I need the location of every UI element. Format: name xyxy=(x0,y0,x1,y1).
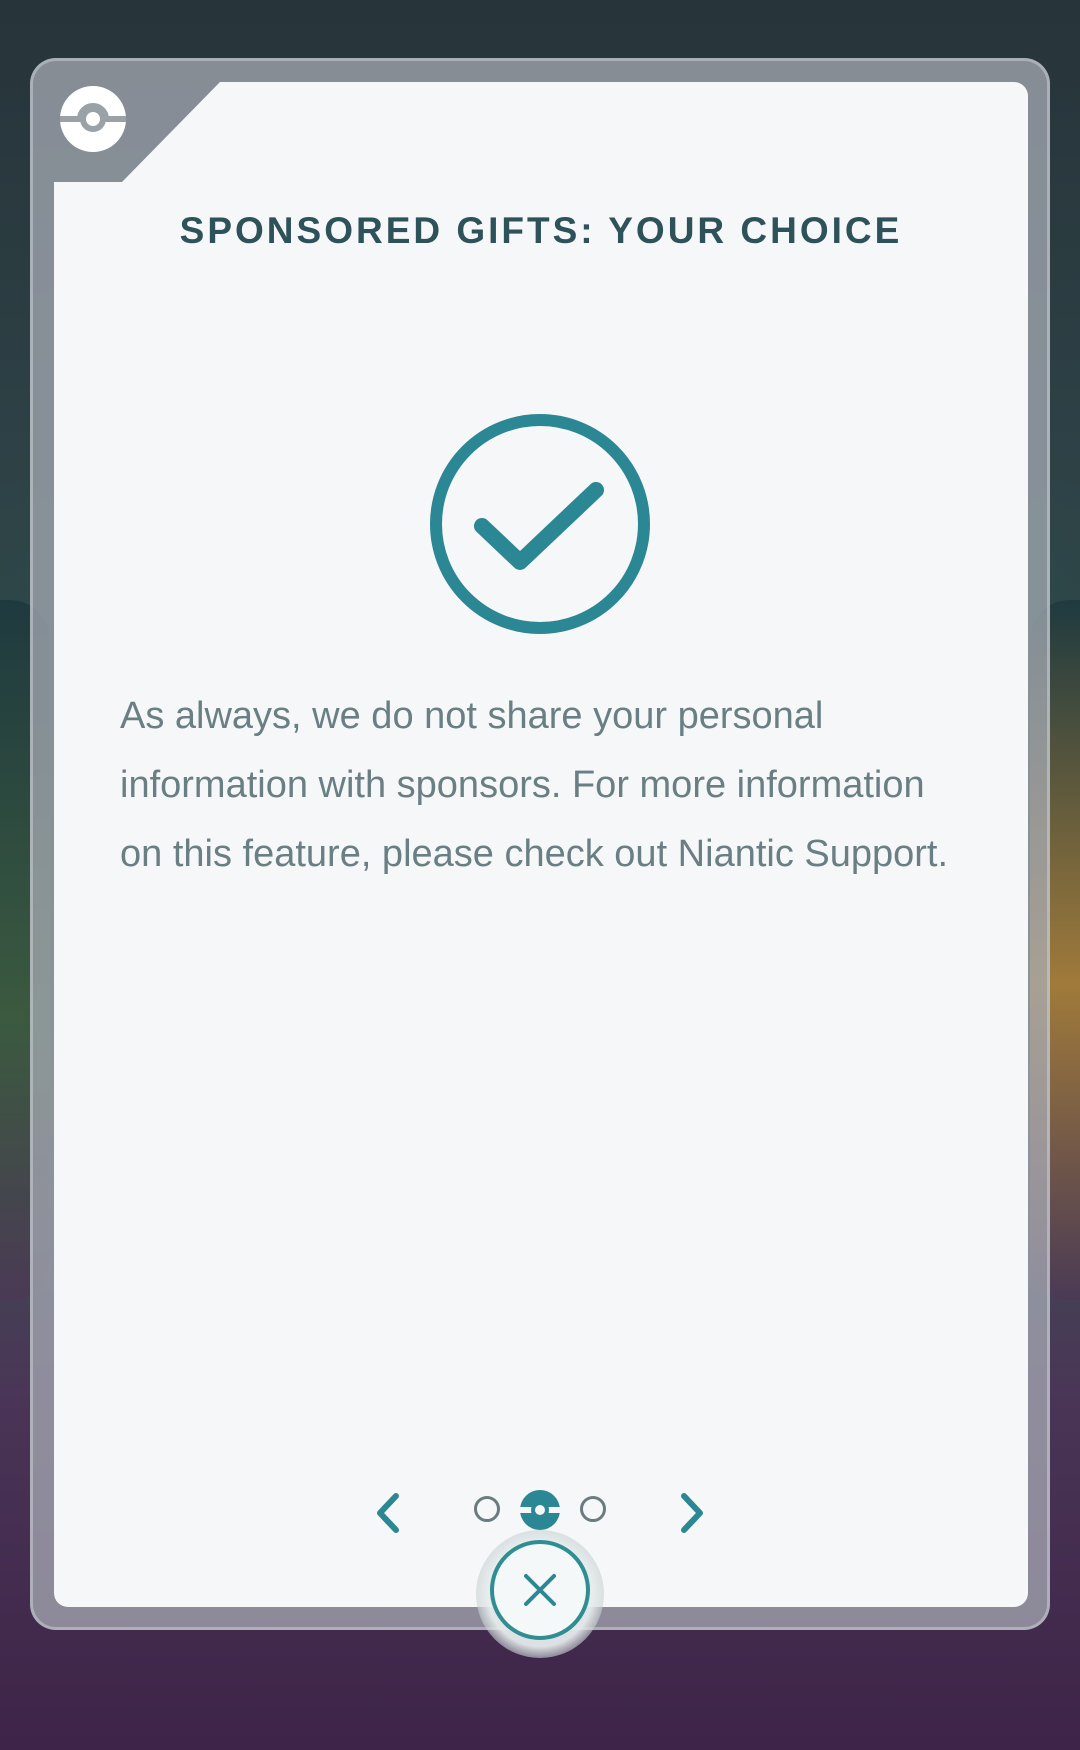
close-button[interactable] xyxy=(490,1540,590,1640)
page-indicator-3[interactable] xyxy=(580,1496,606,1522)
dialog-body-text: As always, we do not share your personal… xyxy=(120,695,949,875)
pokeball-icon xyxy=(58,84,128,154)
close-icon xyxy=(524,1574,556,1606)
page-indicator-2-active[interactable] xyxy=(518,1488,562,1532)
dialog-title: SPONSORED GIFTS: YOUR CHOICE xyxy=(179,210,903,251)
chevron-left-icon xyxy=(377,1493,399,1533)
next-page-button[interactable] xyxy=(672,1488,712,1538)
checkmark-circle-icon xyxy=(428,412,652,636)
page-indicator-1[interactable] xyxy=(474,1496,500,1522)
chevron-right-icon xyxy=(681,1493,703,1533)
previous-page-button[interactable] xyxy=(368,1488,408,1538)
